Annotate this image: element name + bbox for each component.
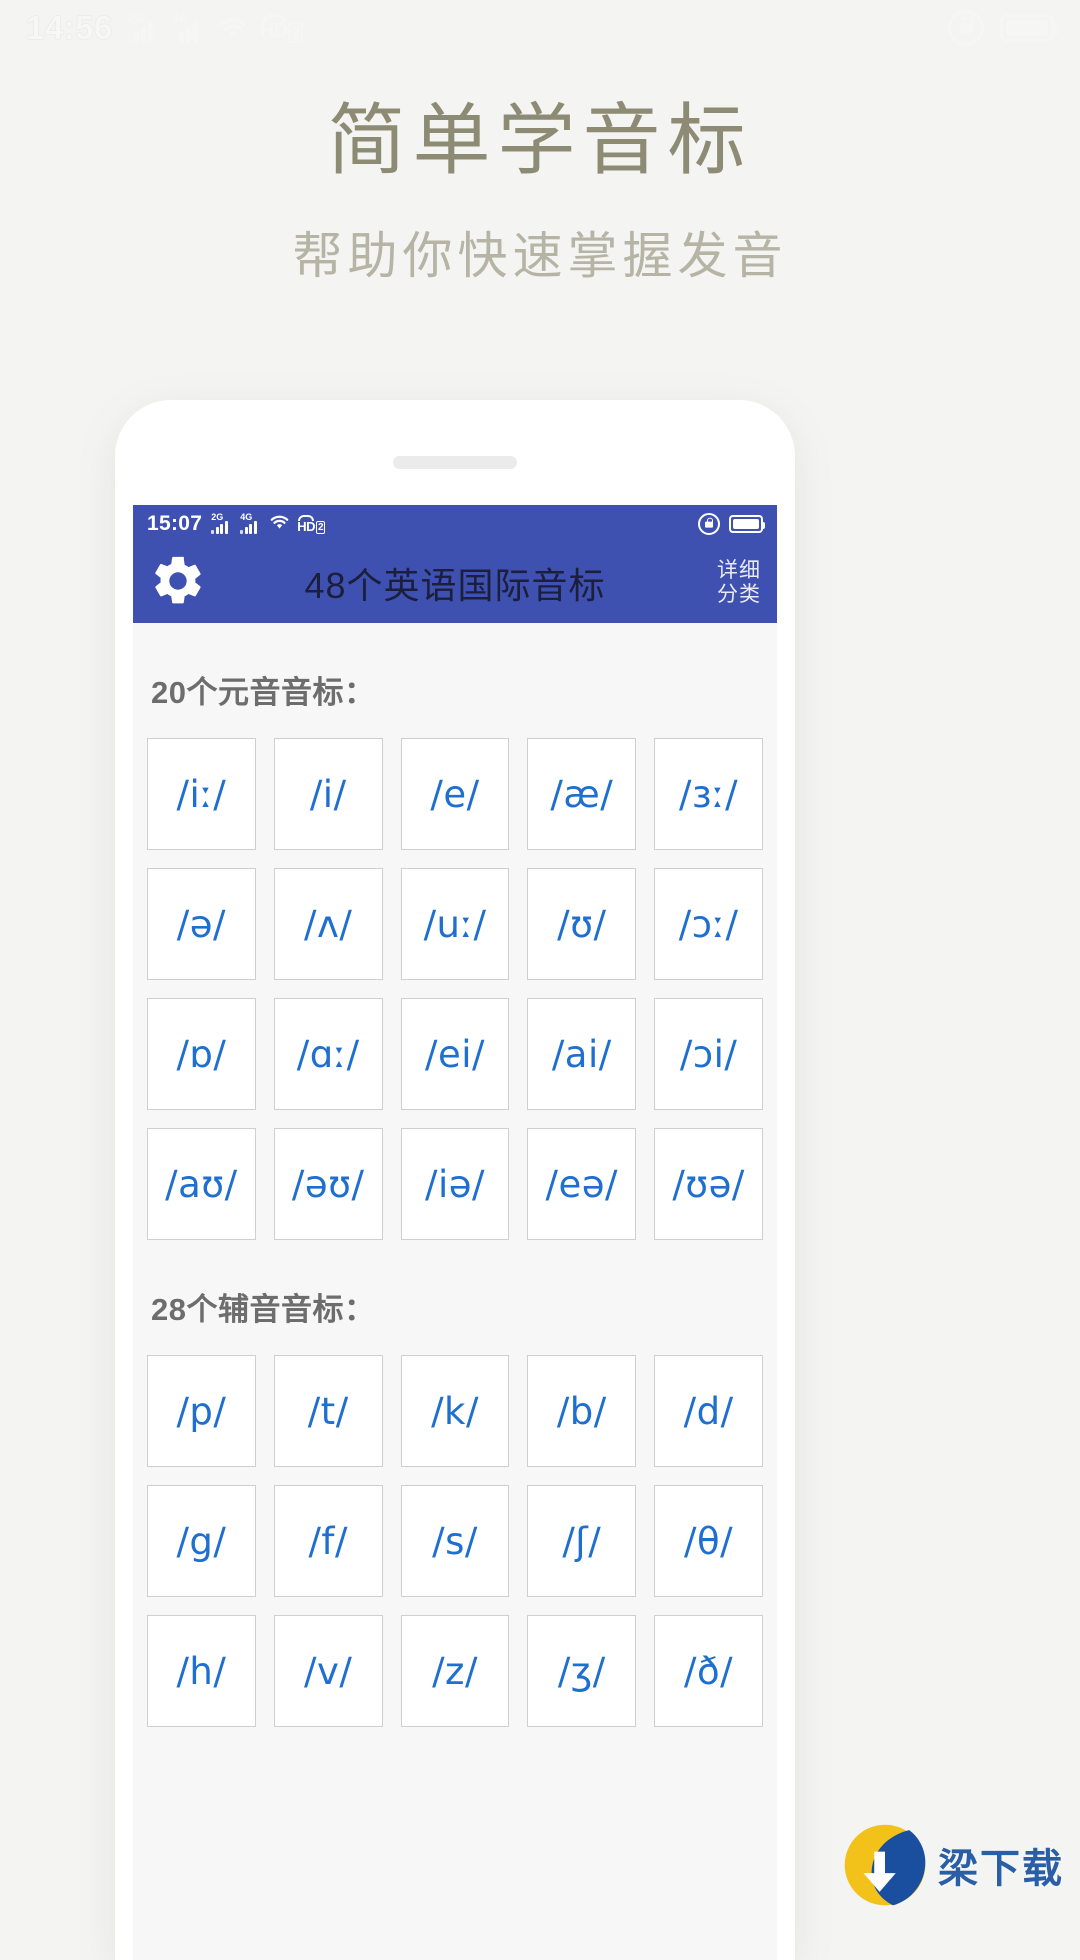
signal-4g-icon: 4G <box>171 10 206 43</box>
consonant-cell[interactable]: /g/ <box>147 1485 256 1597</box>
detail-category-button[interactable]: 详细 分类 <box>717 559 761 606</box>
app-status-left-icons: 2G 4G HD 2 <box>211 512 326 535</box>
vowels-heading: 20个元音音标： <box>151 675 376 710</box>
signal-2g-icon: 2G <box>126 10 161 43</box>
download-logo-icon <box>844 1824 926 1906</box>
vowel-cell[interactable]: /aʊ/ <box>147 1128 256 1240</box>
app-rotation-lock-icon <box>698 513 720 535</box>
app-signal-2g-icon: 2G <box>211 512 233 534</box>
rotation-lock-icon <box>948 10 984 46</box>
vowel-cell[interactable]: /ai/ <box>527 998 637 1110</box>
consonant-cell[interactable]: /t/ <box>273 1355 383 1467</box>
phonetic-content: 20个元音音标： /iː//i//e//æ//ɜː//ə//ʌ//uː//ʊ//… <box>133 623 777 1960</box>
phone-screen: 15:07 2G 4G HD 2 48个英语国际音标 详细 分类 20个元音音标… <box>133 505 777 1960</box>
app-bar: 48个英语国际音标 详细 分类 <box>133 543 777 623</box>
app-hd-volte-icon: HD 2 <box>297 514 326 534</box>
consonant-cell[interactable]: /b/ <box>527 1355 637 1467</box>
vowel-cell[interactable]: /ɑː/ <box>273 998 383 1110</box>
vowel-cell[interactable]: /ʊə/ <box>654 1128 763 1240</box>
consonants-heading: 28个辅音音标： <box>151 1292 376 1327</box>
consonant-cell[interactable]: /p/ <box>147 1355 256 1467</box>
page-title: 简单学音标 <box>327 96 753 184</box>
vowel-cell[interactable]: /ɔi/ <box>654 998 763 1110</box>
vowel-cell[interactable]: /ɒ/ <box>147 998 256 1110</box>
vowel-cell[interactable]: /ʌ/ <box>273 868 383 980</box>
consonant-cell[interactable]: /s/ <box>400 1485 510 1597</box>
vowel-cell[interactable]: /uː/ <box>400 868 510 980</box>
app-battery-icon <box>729 515 765 533</box>
vowel-cell[interactable]: /əʊ/ <box>273 1128 383 1240</box>
os-status-left-icons: 2G 4G HD 2 <box>126 10 304 43</box>
watermark: 梁下载 <box>842 1822 1064 1908</box>
vowel-cell[interactable]: /æ/ <box>527 738 637 850</box>
consonant-cell[interactable]: /z/ <box>400 1615 510 1727</box>
detail-category-line2: 分类 <box>717 583 761 606</box>
vowel-cell[interactable]: /ɜː/ <box>654 738 763 850</box>
hd-volte-icon: HD 2 <box>260 13 304 43</box>
os-status-right-icons <box>948 10 1058 46</box>
vowel-cell[interactable]: /iə/ <box>400 1128 510 1240</box>
phone-mockup: 15:07 2G 4G HD 2 48个英语国际音标 详细 分类 20个元音音标… <box>115 400 795 1960</box>
os-status-bar: 14:56 2G 4G HD 2 <box>0 0 1080 56</box>
detail-category-line1: 详细 <box>717 559 761 583</box>
app-status-right-icons <box>698 513 765 535</box>
app-clock: 15:07 <box>147 512 203 535</box>
consonant-cell[interactable]: /ð/ <box>654 1615 763 1727</box>
app-status-bar: 15:07 2G 4G HD 2 <box>133 505 777 543</box>
vowel-cell[interactable]: /i/ <box>273 738 383 850</box>
vowel-cell[interactable]: /ei/ <box>400 998 510 1110</box>
app-bar-title: 48个英语国际音标 <box>304 565 606 606</box>
page-subtitle: 帮助你快速掌握发音 <box>292 227 788 284</box>
os-clock: 14:56 <box>26 9 113 46</box>
consonant-cell[interactable]: /f/ <box>273 1485 383 1597</box>
vowel-grid: /iː//i//e//æ//ɜː/ /ə//ʌ//uː//ʊ//ɔː/ /ɒ//ɑː… <box>147 738 763 1240</box>
watermark-text: 梁下载 <box>938 1847 1064 1891</box>
consonant-cell[interactable]: /θ/ <box>654 1485 763 1597</box>
hero-section: 简单学音标 帮助你快速掌握发音 <box>0 92 1080 288</box>
vowel-cell[interactable]: /e/ <box>400 738 510 850</box>
vowel-cell[interactable]: /eə/ <box>527 1128 637 1240</box>
app-wifi-icon <box>269 514 290 535</box>
vowel-cell[interactable]: /ɔː/ <box>654 868 763 980</box>
earpiece-speaker <box>393 456 517 469</box>
battery-icon <box>1000 14 1058 42</box>
consonant-cell[interactable]: /ʒ/ <box>527 1615 637 1727</box>
consonant-cell[interactable]: /d/ <box>654 1355 763 1467</box>
vowel-cell[interactable]: /ə/ <box>147 868 256 980</box>
wifi-icon <box>217 16 249 40</box>
consonant-cell[interactable]: /v/ <box>273 1615 383 1727</box>
consonant-grid: /p//t//k//b//d//g//f//s//ʃ//θ//h//v//z//… <box>147 1355 763 1727</box>
consonant-cell[interactable]: /k/ <box>400 1355 510 1467</box>
consonant-cell[interactable]: /ʃ/ <box>527 1485 637 1597</box>
consonant-cell[interactable]: /h/ <box>147 1615 256 1727</box>
app-signal-4g-icon: 4G <box>240 512 262 534</box>
vowel-cell[interactable]: /iː/ <box>147 738 256 850</box>
gear-icon[interactable] <box>149 552 207 615</box>
vowel-cell[interactable]: /ʊ/ <box>527 868 637 980</box>
